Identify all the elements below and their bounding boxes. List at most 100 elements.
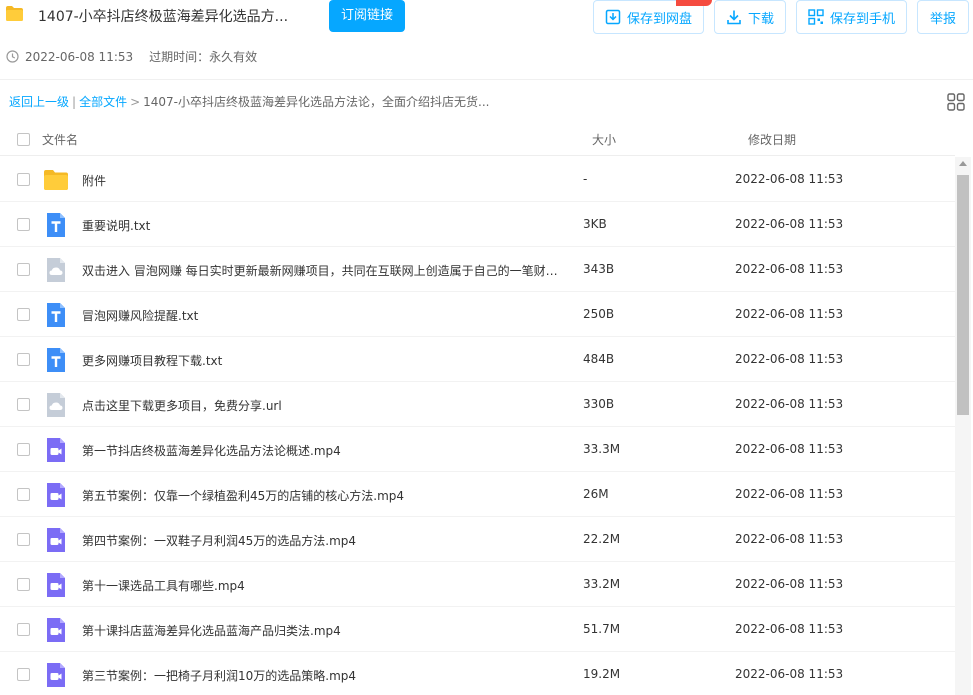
- table-row[interactable]: 重要说明.txt 3KB 2022-06-08 11:53: [0, 202, 955, 247]
- scroll-up-arrow[interactable]: [959, 161, 967, 166]
- table-row[interactable]: 第五节案例：仅靠一个绿植盈利45万的店铺的核心方法.mp4 26M 2022-06-…: [0, 472, 955, 517]
- download-icon: [727, 10, 741, 25]
- folder-icon: [44, 168, 68, 192]
- grid-view-icon[interactable]: [947, 93, 965, 111]
- expire-text: 过期时间：永久有效: [149, 50, 258, 64]
- file-size: 22.2M: [583, 532, 621, 546]
- file-name[interactable]: 第一节抖店终极蓝海差异化选品方法论概述.mp4: [82, 442, 562, 459]
- report-button[interactable]: 举报: [917, 0, 969, 34]
- select-all-checkbox[interactable]: [17, 133, 30, 146]
- file-size: 26M: [583, 487, 609, 501]
- row-checkbox[interactable]: [17, 533, 30, 546]
- all-files-link[interactable]: 全部文件: [79, 95, 127, 109]
- file-date: 2022-06-08 11:53: [735, 172, 844, 186]
- share-time: 2022-06-08 11:53: [25, 49, 134, 64]
- cloud-file-icon: [44, 393, 68, 417]
- breadcrumb-separator: >: [130, 95, 141, 109]
- file-name[interactable]: 附件: [82, 172, 562, 189]
- breadcrumb: 返回上一级 | 全部文件 >1407-小卒抖店终极蓝海差异化选品方法论，全面介绍抖店无…: [9, 93, 489, 110]
- file-name[interactable]: 第四节案例：一双鞋子月利润45万的选品方法.mp4: [82, 532, 562, 549]
- share-meta: 2022-06-08 11:53 过期时间：永久有效: [6, 48, 257, 65]
- table-row[interactable]: 第四节案例：一双鞋子月利润45万的选品方法.mp4 22.2M 2022-06-08…: [0, 517, 955, 562]
- txt-file-icon: [44, 213, 68, 237]
- row-checkbox[interactable]: [17, 308, 30, 321]
- row-checkbox[interactable]: [17, 578, 30, 591]
- file-name[interactable]: 重要说明.txt: [82, 217, 562, 234]
- file-size: 484B: [583, 352, 615, 366]
- subscribe-button[interactable]: 订阅链接: [329, 0, 405, 32]
- column-header-size[interactable]: 大小: [592, 131, 616, 148]
- file-name[interactable]: 第三节案例：一把椅子月利润10万的选品策略.mp4: [82, 667, 562, 684]
- row-checkbox[interactable]: [17, 668, 30, 681]
- row-checkbox[interactable]: [17, 353, 30, 366]
- file-name[interactable]: 第十课抖店蓝海差异化选品蓝海产品归类法.mp4: [82, 622, 562, 639]
- table-row[interactable]: 冒泡网赚风险提醒.txt 250B 2022-06-08 11:53: [0, 292, 955, 337]
- table-row[interactable]: 第十课抖店蓝海差异化选品蓝海产品归类法.mp4 51.7M 2022-06-08 1…: [0, 607, 955, 652]
- column-header-name[interactable]: 文件名: [42, 131, 78, 148]
- back-link[interactable]: 返回上一级: [9, 95, 69, 109]
- file-date: 2022-06-08 11:53: [735, 667, 844, 681]
- file-size: 330B: [583, 397, 615, 411]
- row-checkbox[interactable]: [17, 623, 30, 636]
- file-date: 2022-06-08 11:53: [735, 217, 844, 231]
- file-size: 3KB: [583, 217, 607, 231]
- table-row[interactable]: 第三节案例：一把椅子月利润10万的选品策略.mp4 19.2M 2022-06-08…: [0, 652, 955, 695]
- clock-icon: [6, 50, 19, 63]
- file-size: 343B: [583, 262, 615, 276]
- video-file-icon: [44, 483, 68, 507]
- file-name[interactable]: 更多网赚项目教程下载.txt: [82, 352, 562, 369]
- table-row[interactable]: 第十一课选品工具有哪些.mp4 33.2M 2022-06-08 11:53: [0, 562, 955, 607]
- file-list: 附件 - 2022-06-08 11:53 重要说明.txt 3KB 2022-06-08…: [0, 157, 955, 695]
- file-name[interactable]: 冒泡网赚风险提醒.txt: [82, 307, 562, 324]
- row-checkbox[interactable]: [17, 263, 30, 276]
- file-date: 2022-06-08 11:53: [735, 487, 844, 501]
- qr-code-icon: [808, 9, 824, 25]
- txt-file-icon: [44, 303, 68, 327]
- file-name[interactable]: 第十一课选品工具有哪些.mp4: [82, 577, 562, 594]
- download-label: 下载: [747, 11, 774, 27]
- file-date: 2022-06-08 11:53: [735, 262, 844, 276]
- table-row[interactable]: 更多网赚项目教程下载.txt 484B 2022-06-08 11:53: [0, 337, 955, 382]
- cloud-file-icon: [44, 258, 68, 282]
- breadcrumb-separator: |: [72, 95, 77, 109]
- file-date: 2022-06-08 11:53: [735, 532, 844, 546]
- table-row[interactable]: 附件 - 2022-06-08 11:53: [0, 157, 955, 202]
- page-header: 1407-小卒抖店终极蓝海差异化选品方... 订阅链接 保存到网盘 下载 保存到…: [0, 0, 973, 80]
- file-date: 2022-06-08 11:53: [735, 307, 844, 321]
- file-size: 51.7M: [583, 622, 621, 636]
- row-checkbox[interactable]: [17, 443, 30, 456]
- scrollbar[interactable]: [955, 157, 971, 695]
- file-name[interactable]: 第五节案例：仅靠一个绿植盈利45万的店铺的核心方法.mp4: [82, 487, 562, 504]
- page-title: 1407-小卒抖店终极蓝海差异化选品方...: [38, 9, 289, 25]
- table-row[interactable]: 双击进入 冒泡网赚 每日实时更新最新网赚项目，共同在互联网上创造属于自己的一笔财…: [0, 247, 955, 292]
- file-size: -: [583, 172, 588, 186]
- scrollbar-thumb[interactable]: [957, 175, 969, 415]
- promo-badge: [676, 0, 712, 6]
- file-date: 2022-06-08 11:53: [735, 442, 844, 456]
- file-date: 2022-06-08 11:53: [735, 352, 844, 366]
- table-row[interactable]: 第一节抖店终极蓝海差异化选品方法论概述.mp4 33.3M 2022-06-08 1…: [0, 427, 955, 472]
- row-checkbox[interactable]: [17, 173, 30, 186]
- file-date: 2022-06-08 11:53: [735, 397, 844, 411]
- download-button[interactable]: 下载: [714, 0, 786, 34]
- video-file-icon: [44, 438, 68, 462]
- row-checkbox[interactable]: [17, 218, 30, 231]
- video-file-icon: [44, 663, 68, 687]
- save-to-phone-label: 保存到手机: [829, 11, 895, 27]
- row-checkbox[interactable]: [17, 488, 30, 501]
- file-name[interactable]: 双击进入 冒泡网赚 每日实时更新最新网赚项目，共同在互联网上创造属于自己的一笔财…: [82, 262, 562, 279]
- video-file-icon: [44, 618, 68, 642]
- save-to-phone-button[interactable]: 保存到手机: [796, 0, 907, 34]
- column-header-date[interactable]: 修改日期: [748, 131, 796, 148]
- folder-icon: [6, 6, 23, 21]
- save-icon: [605, 9, 621, 25]
- report-label: 举报: [929, 11, 956, 27]
- row-checkbox[interactable]: [17, 398, 30, 411]
- txt-file-icon: [44, 348, 68, 372]
- file-size: 33.3M: [583, 442, 621, 456]
- video-file-icon: [44, 573, 68, 597]
- save-to-disk-label: 保存到网盘: [626, 11, 692, 27]
- file-name[interactable]: 点击这里下载更多项目，免费分享.url: [82, 397, 562, 414]
- table-row[interactable]: 点击这里下载更多项目，免费分享.url 330B 2022-06-08 11:53: [0, 382, 955, 427]
- file-size: 19.2M: [583, 667, 621, 681]
